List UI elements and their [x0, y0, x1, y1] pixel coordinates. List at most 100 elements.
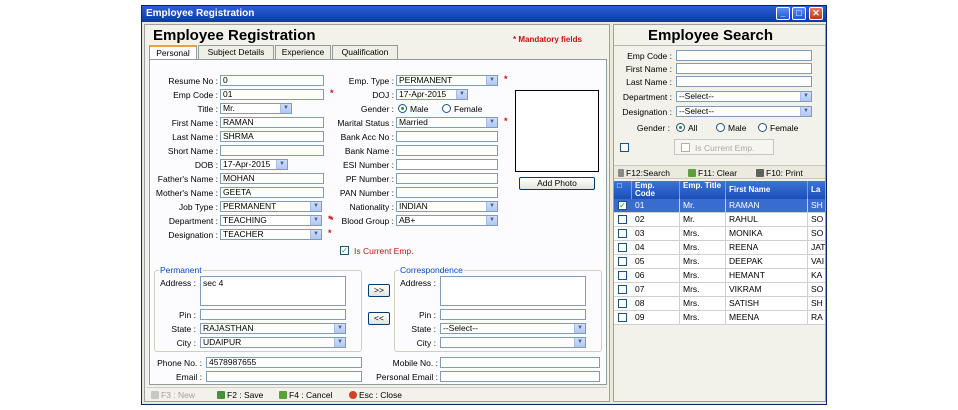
search-is-current-inner-checkbox[interactable] — [681, 143, 690, 152]
marital-status-select[interactable]: Married ▼ — [396, 117, 498, 128]
search-designation-select[interactable]: --Select-- ▼ — [676, 106, 812, 117]
row-checkbox[interactable]: ✓ — [618, 201, 627, 210]
department-select[interactable]: TEACHING ▼ — [220, 215, 322, 226]
mandatory-note: * Mandatory fields — [513, 35, 582, 44]
job-type-select[interactable]: PERMANENT ▼ — [220, 201, 322, 212]
table-row[interactable]: 05 Mrs. DEEPAK VAI — [614, 255, 825, 269]
gender-male-radio[interactable] — [398, 104, 407, 113]
close-icon[interactable]: ✕ — [809, 7, 823, 20]
tab-subject-details[interactable]: Subject Details — [198, 45, 274, 59]
tab-experience[interactable]: Experience — [275, 45, 331, 59]
short-name-input[interactable] — [220, 145, 324, 156]
search-button[interactable]: F12:Search — [618, 168, 670, 178]
title-select[interactable]: Mr. ▼ — [220, 103, 292, 114]
row-checkbox[interactable] — [618, 285, 627, 294]
close-circle-icon — [349, 391, 357, 399]
save-button[interactable]: F2 : Save — [217, 390, 263, 400]
resume-no-input[interactable]: 0 — [220, 75, 324, 86]
esi-number-input[interactable] — [396, 159, 498, 170]
table-row[interactable]: 03 Mrs. MONIKA SO — [614, 227, 825, 241]
tab-qualification[interactable]: Qualification — [332, 45, 398, 59]
corr-state-select[interactable]: --Select-- ▼ — [440, 323, 586, 334]
doj-picker[interactable]: 17-Apr-2015 ▼ — [396, 89, 468, 100]
search-gender-all-label: All — [688, 123, 698, 133]
corr-pin-input[interactable] — [440, 309, 586, 320]
cell-code: 02 — [632, 213, 680, 227]
mothers-name-input[interactable]: GEETA — [220, 187, 324, 198]
grid-header-emp-title[interactable]: Emp. Title — [680, 181, 726, 199]
cancel-button[interactable]: F4 : Cancel — [279, 390, 332, 400]
search-gender-female-radio[interactable] — [758, 123, 767, 132]
table-row[interactable]: 09 Mrs. MEENA RA — [614, 311, 825, 325]
grid-header-emp-code[interactable]: Emp. Code — [632, 181, 680, 199]
corr-city-label: City : — [416, 338, 436, 348]
fathers-name-label: Father's Name : — [157, 174, 218, 184]
tab-personal[interactable]: Personal — [149, 45, 197, 60]
last-name-input[interactable]: SHRMA — [220, 131, 324, 142]
clear-button[interactable]: F11: Clear — [688, 168, 737, 178]
search-gender-all-radio[interactable] — [676, 123, 685, 132]
designation-select[interactable]: TEACHER ▼ — [220, 229, 322, 240]
table-row[interactable]: 08 Mrs. SATISH SH — [614, 297, 825, 311]
search-emp-code-input[interactable] — [676, 50, 812, 61]
corr-address-textarea[interactable] — [440, 276, 586, 306]
perm-address-textarea[interactable]: sec 4 — [200, 276, 346, 306]
window-title: Employee Registration — [146, 8, 255, 19]
print-button[interactable]: F10: Print — [756, 168, 803, 178]
row-checkbox[interactable] — [618, 313, 627, 322]
phone-input[interactable]: 4578987655 — [206, 357, 362, 368]
cell-first: DEEPAK — [726, 255, 808, 269]
row-checkbox[interactable] — [618, 271, 627, 280]
personal-email-input[interactable] — [440, 371, 600, 382]
grid-header-first-name[interactable]: First Name — [726, 181, 808, 199]
corr-city-select[interactable]: ▼ — [440, 337, 586, 348]
bank-acc-input[interactable] — [396, 131, 498, 142]
pan-number-input[interactable] — [396, 187, 498, 198]
table-row[interactable]: 04 Mrs. REENA JAT — [614, 241, 825, 255]
table-row[interactable]: ✓ 01 Mr. RAMAN SH — [614, 199, 825, 213]
pf-number-input[interactable] — [396, 173, 498, 184]
perm-city-select[interactable]: UDAIPUR ▼ — [200, 337, 346, 348]
row-checkbox[interactable] — [618, 229, 627, 238]
copy-to-correspondence-button[interactable]: >> — [368, 284, 390, 297]
email-input[interactable] — [206, 371, 362, 382]
mobile-input[interactable] — [440, 357, 600, 368]
dob-picker[interactable]: 17-Apr-2015 ▼ — [220, 159, 288, 170]
emp-type-select[interactable]: PERMANENT ▼ — [396, 75, 498, 86]
search-gender-male-radio[interactable] — [716, 123, 725, 132]
close-label: Esc : Close — [359, 390, 402, 400]
perm-pin-input[interactable] — [200, 309, 346, 320]
row-checkbox[interactable] — [618, 243, 627, 252]
bank-name-input[interactable] — [396, 145, 498, 156]
grid-header-last-name[interactable]: La — [808, 181, 825, 199]
row-checkbox[interactable] — [618, 257, 627, 266]
search-last-name-input[interactable] — [676, 76, 812, 87]
blood-group-select[interactable]: AB+ ▼ — [396, 215, 498, 226]
doj-value: 17-Apr-2015 — [399, 89, 447, 99]
maximize-icon[interactable]: □ — [792, 7, 806, 20]
new-button[interactable]: F3 : New — [151, 390, 195, 400]
row-checkbox[interactable] — [618, 299, 627, 308]
fathers-name-input[interactable]: MOHAN — [220, 173, 324, 184]
emp-code-input[interactable]: 01 — [220, 89, 324, 100]
copy-to-permanent-button[interactable]: << — [368, 312, 390, 325]
cell-code: 08 — [632, 297, 680, 311]
gender-female-radio[interactable] — [442, 104, 451, 113]
is-current-emp-checkbox[interactable]: ✓ — [340, 246, 349, 255]
search-first-name-input[interactable] — [676, 63, 812, 74]
table-row[interactable]: 02 Mr. RAHUL SO — [614, 213, 825, 227]
table-row[interactable]: 06 Mrs. HEMANT KA — [614, 269, 825, 283]
search-is-current-checkbox[interactable] — [620, 143, 629, 152]
close-button[interactable]: Esc : Close — [349, 390, 402, 400]
table-row[interactable]: 07 Mrs. VIKRAM SO — [614, 283, 825, 297]
minimize-icon[interactable]: _ — [776, 7, 790, 20]
search-department-select[interactable]: --Select-- ▼ — [676, 91, 812, 102]
cell-last: SH — [808, 297, 825, 311]
nationality-select[interactable]: INDIAN ▼ — [396, 201, 498, 212]
perm-state-select[interactable]: RAJASTHAN ▼ — [200, 323, 346, 334]
chevron-down-icon: ▼ — [486, 202, 497, 211]
row-checkbox[interactable] — [618, 215, 627, 224]
add-photo-button[interactable]: Add Photo — [519, 177, 595, 190]
doj-label: DOJ : — [372, 90, 394, 100]
first-name-input[interactable]: RAMAN — [220, 117, 324, 128]
